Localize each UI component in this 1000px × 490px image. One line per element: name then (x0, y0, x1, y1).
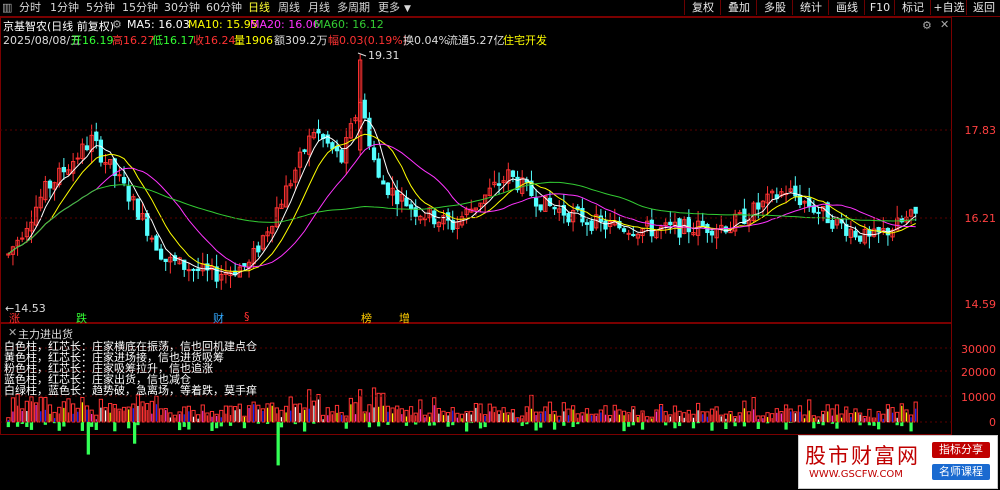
change-value: 幅0.03(0.19%) (328, 34, 408, 47)
site-watermark: 股市财富网 WWW.GSCFW.COM 指标分享 名师课程 (798, 435, 998, 489)
volume-value: 量1906 (234, 34, 273, 47)
tab-weekly[interactable]: 周线 (278, 1, 300, 15)
tab-fenshi[interactable]: 分时 (19, 1, 41, 15)
indicator-axis-label: 20000 (961, 366, 996, 379)
watermark-url: WWW.GSCFW.COM (809, 469, 903, 480)
event-marker[interactable]: 榜 (361, 310, 372, 326)
overlay-button[interactable]: 叠加 (720, 0, 757, 15)
more-chevron-icon: ▼ (404, 4, 411, 14)
high-mark-label: 19.31 (368, 49, 400, 62)
ma10-value: MA10: 15.95 (188, 18, 258, 31)
event-marker[interactable]: 增 (399, 310, 410, 326)
watermark-badge: 名师课程 (932, 464, 990, 480)
event-marker[interactable]: 涨 (9, 310, 20, 326)
tab-daily[interactable]: 日线 (248, 1, 270, 15)
turnover-value: 换0.04% (403, 34, 449, 47)
period-toolbar: ▥ 分时 1分钟 5分钟 15分钟 30分钟 60分钟 日线 周线 月线 多周期… (0, 0, 1000, 17)
ma60-value: MA60: 16.12 (314, 18, 384, 31)
add-favorite-button[interactable]: +自选 (930, 0, 967, 15)
bar-date: 2025/08/08/五 (3, 34, 82, 47)
tab-1min[interactable]: 1分钟 (50, 1, 79, 15)
low-price: 低16.17 (152, 34, 195, 47)
close-price: 收16.24 (193, 34, 236, 47)
watermark-badge: 指标分享 (932, 442, 990, 458)
tab-5min[interactable]: 5分钟 (86, 1, 115, 15)
ma5-value: MA5: 16.03 (127, 18, 190, 31)
layout-icon[interactable]: ▥ (2, 1, 12, 15)
statistics-button[interactable]: 统计 (792, 0, 829, 15)
price-axis-label: 17.83 (964, 124, 997, 137)
settings-gear-icon[interactable]: ⚙ (112, 18, 122, 31)
high-price: 高16.27 (112, 34, 155, 47)
mark-button[interactable]: 标记 (894, 0, 931, 15)
indicator-axis-label: 0 (989, 416, 996, 429)
indicator-axis-label: 30000 (961, 343, 996, 356)
panel-settings-icon[interactable]: ⚙ (922, 19, 932, 32)
panel-close-icon[interactable]: ✕ (940, 18, 949, 31)
float-shares: 流通5.27亿 (447, 34, 505, 47)
indicator-close-icon[interactable]: ✕ (8, 326, 17, 339)
indicator-axis-label: 10000 (961, 391, 996, 404)
multi-stock-button[interactable]: 多股 (756, 0, 793, 15)
ma20-value: MA20: 16.06 (250, 18, 320, 31)
tab-multi-period[interactable]: 多周期 (337, 1, 370, 15)
event-marker[interactable]: 财 (213, 310, 224, 326)
open-price: 开16.19 (71, 34, 114, 47)
f10-button[interactable]: F10 (864, 0, 895, 15)
price-axis-label: 16.21 (964, 212, 997, 225)
tab-15min[interactable]: 15分钟 (122, 1, 158, 15)
tab-monthly[interactable]: 月线 (308, 1, 330, 15)
sector-tag[interactable]: 住宅开发 (503, 32, 547, 48)
draw-line-button[interactable]: 画线 (828, 0, 865, 15)
kline-panel[interactable] (0, 17, 952, 323)
amount-value: 额309.2万 (274, 34, 328, 47)
event-marker[interactable]: 跌 (76, 310, 87, 326)
tab-30min[interactable]: 30分钟 (164, 1, 200, 15)
back-button[interactable]: 返回 (966, 0, 1000, 15)
price-axis-label: 14.59 (964, 298, 997, 311)
adjust-button[interactable]: 复权 (684, 0, 721, 15)
tab-60min[interactable]: 60分钟 (206, 1, 242, 15)
watermark-title: 股市财富网 (805, 444, 920, 468)
legend-note: 白绿柱，蓝色长：趋势破，急离场，等着跌，莫手痒 (4, 384, 257, 397)
tab-more[interactable]: 更多 (378, 1, 400, 15)
event-marker[interactable]: § (244, 310, 250, 323)
